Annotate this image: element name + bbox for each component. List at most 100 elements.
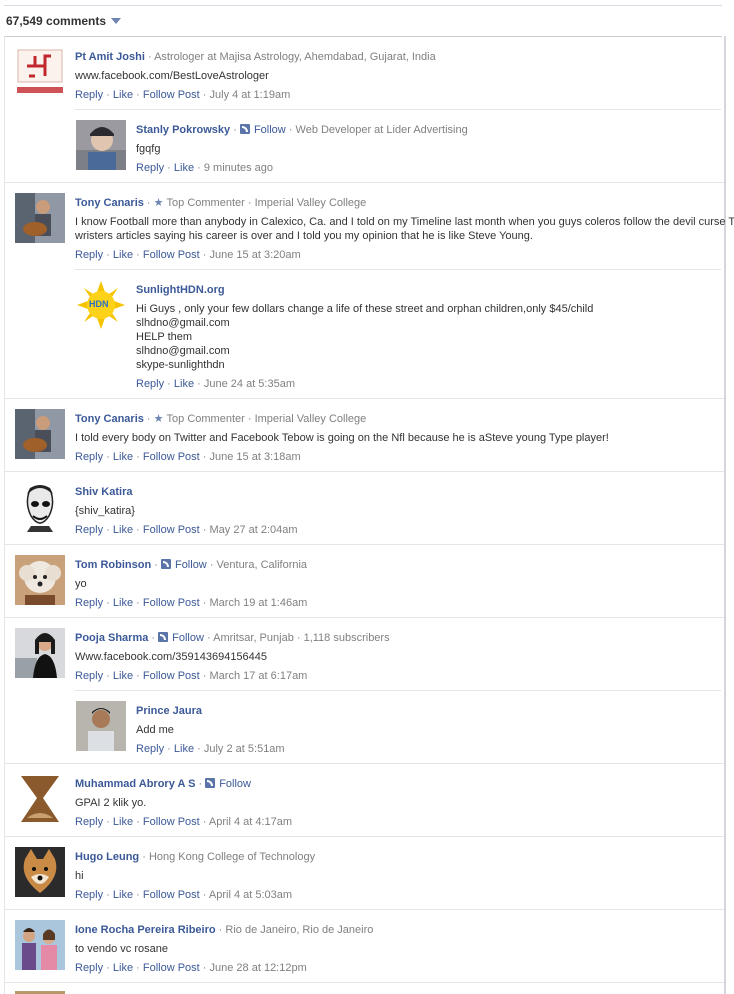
timestamp[interactable]: June 15 at 3:18am xyxy=(210,451,301,463)
comment-actions: Reply · Like · Follow Post · April 4 at … xyxy=(75,816,293,828)
timestamp[interactable]: 9 minutes ago xyxy=(204,162,273,174)
avatar[interactable] xyxy=(76,701,126,751)
author-name[interactable]: Tony Canaris xyxy=(75,413,144,425)
avatar-logo-text: HDN xyxy=(89,299,109,309)
star-icon: ★ xyxy=(153,413,164,425)
comment-actions: Reply · Like · Follow Post · March 19 at… xyxy=(75,597,308,609)
timestamp[interactable]: June 28 at 12:12pm xyxy=(210,962,307,974)
comment-actions: Reply · Like · Follow Post · March 17 at… xyxy=(75,670,308,682)
avatar[interactable] xyxy=(15,482,65,532)
follow-post-link[interactable]: Follow Post xyxy=(143,670,200,682)
timestamp[interactable]: April 4 at 5:03am xyxy=(209,889,292,901)
subscribe-icon xyxy=(160,559,171,569)
reply-link[interactable]: Reply xyxy=(75,249,103,261)
like-link[interactable]: Like xyxy=(174,743,194,755)
avatar[interactable] xyxy=(15,628,65,678)
author-name[interactable]: Stanly Pokrowsky xyxy=(136,124,230,136)
author-name[interactable]: Pt Amit Joshi xyxy=(75,51,145,63)
comment-text: www.facebook.com/BestLoveAstrologer xyxy=(75,70,269,82)
follow-post-link[interactable]: Follow Post xyxy=(143,524,200,536)
author-meta: Astrologer at Majisa Astrology, Ahemdaba… xyxy=(154,51,436,63)
reply-link[interactable]: Reply xyxy=(75,597,103,609)
follow-post-link[interactable]: Follow Post xyxy=(143,889,200,901)
avatar[interactable] xyxy=(15,774,65,824)
follow-button[interactable]: Follow xyxy=(239,124,286,136)
follow-button[interactable]: Follow xyxy=(158,632,204,644)
hourglass-photo-icon xyxy=(15,774,65,824)
avatar[interactable] xyxy=(76,120,126,170)
comment-divider xyxy=(5,982,724,983)
timestamp[interactable]: July 4 at 1:19am xyxy=(210,89,291,101)
reply-link[interactable]: Reply xyxy=(75,889,103,901)
avatar[interactable] xyxy=(15,847,65,897)
avatar[interactable] xyxy=(15,193,65,243)
like-link[interactable]: Like xyxy=(113,889,133,901)
like-link[interactable]: Like xyxy=(113,524,133,536)
like-link[interactable]: Like xyxy=(113,249,133,261)
avatar[interactable] xyxy=(15,555,65,605)
comment-text: Www.facebook.com/359143694156445 xyxy=(75,651,268,663)
author-name[interactable]: Hugo Leung xyxy=(75,851,139,863)
joker-face-icon xyxy=(15,482,65,532)
avatar[interactable] xyxy=(15,47,65,97)
timestamp[interactable]: June 24 at 5:35am xyxy=(204,378,295,390)
comment-text: to vendo vc rosane xyxy=(75,943,168,955)
author-meta: Imperial Valley College xyxy=(254,197,367,209)
follow-post-link[interactable]: Follow Post xyxy=(143,816,200,828)
reply-link[interactable]: Reply xyxy=(75,524,103,536)
timestamp[interactable]: June 15 at 3:20am xyxy=(210,249,301,261)
like-link[interactable]: Like xyxy=(113,451,133,463)
comment-actions: Reply · Like · 9 minutes ago xyxy=(136,162,273,174)
comment-count-header[interactable]: 67,549 comments xyxy=(6,14,122,28)
author-name[interactable]: Pooja Sharma xyxy=(75,632,148,644)
like-link[interactable]: Like xyxy=(113,816,133,828)
reply-divider xyxy=(75,269,721,270)
reply-link[interactable]: Reply xyxy=(75,89,103,101)
author-name[interactable]: Tom Robinson xyxy=(75,559,151,571)
reply-link[interactable]: Reply xyxy=(75,962,103,974)
follow-post-link[interactable]: Follow Post xyxy=(143,249,200,261)
timestamp[interactable]: April 4 at 4:17am xyxy=(209,816,292,828)
reply-link[interactable]: Reply xyxy=(136,743,164,755)
timestamp[interactable]: May 27 at 2:04am xyxy=(210,524,298,536)
timestamp[interactable]: March 17 at 6:17am xyxy=(210,670,308,682)
comment-text: I know Football more than anybody in Cal… xyxy=(75,216,734,242)
reply-link[interactable]: Reply xyxy=(75,451,103,463)
avatar[interactable]: HDN xyxy=(76,280,126,330)
like-link[interactable]: Like xyxy=(113,962,133,974)
chevron-down-icon[interactable] xyxy=(111,18,122,24)
comment-count: 67,549 comments xyxy=(6,14,107,28)
author-name[interactable]: Shiv Katira xyxy=(75,486,132,498)
reply-divider xyxy=(75,690,721,691)
author-name[interactable]: SunlightHDN.org xyxy=(136,284,225,296)
avatar[interactable] xyxy=(15,920,65,970)
like-link[interactable]: Like xyxy=(174,162,194,174)
shiba-dog-icon xyxy=(15,847,65,897)
follow-button[interactable]: Follow xyxy=(205,778,251,790)
follow-post-link[interactable]: Follow Post xyxy=(143,89,200,101)
reply-link[interactable]: Reply xyxy=(75,670,103,682)
avatar[interactable] xyxy=(15,409,65,459)
like-link[interactable]: Like xyxy=(113,89,133,101)
follow-post-link[interactable]: Follow Post xyxy=(143,962,200,974)
comment-text: hi xyxy=(75,870,84,882)
like-link[interactable]: Like xyxy=(113,670,133,682)
follow-post-link[interactable]: Follow Post xyxy=(143,597,200,609)
reply-link[interactable]: Reply xyxy=(136,378,164,390)
comment-divider xyxy=(5,471,724,472)
follow-button[interactable]: Follow xyxy=(160,559,207,571)
reply-link[interactable]: Reply xyxy=(136,162,164,174)
author-name[interactable]: Prince Jaura xyxy=(136,705,202,717)
like-link[interactable]: Like xyxy=(113,597,133,609)
timestamp[interactable]: July 2 at 5:51am xyxy=(204,743,285,755)
comment-text: I told every body on Twitter and Faceboo… xyxy=(75,432,609,444)
subscribe-icon xyxy=(158,632,169,642)
author-name[interactable]: Ione Rocha Pereira Ribeiro xyxy=(75,924,216,936)
like-link[interactable]: Like xyxy=(174,378,194,390)
author-name[interactable]: Tony Canaris xyxy=(75,197,144,209)
comment-divider xyxy=(5,763,724,764)
follow-post-link[interactable]: Follow Post xyxy=(143,451,200,463)
reply-link[interactable]: Reply xyxy=(75,816,103,828)
timestamp[interactable]: March 19 at 1:46am xyxy=(210,597,308,609)
author-name[interactable]: Muhammad Abrory A S xyxy=(75,778,195,790)
